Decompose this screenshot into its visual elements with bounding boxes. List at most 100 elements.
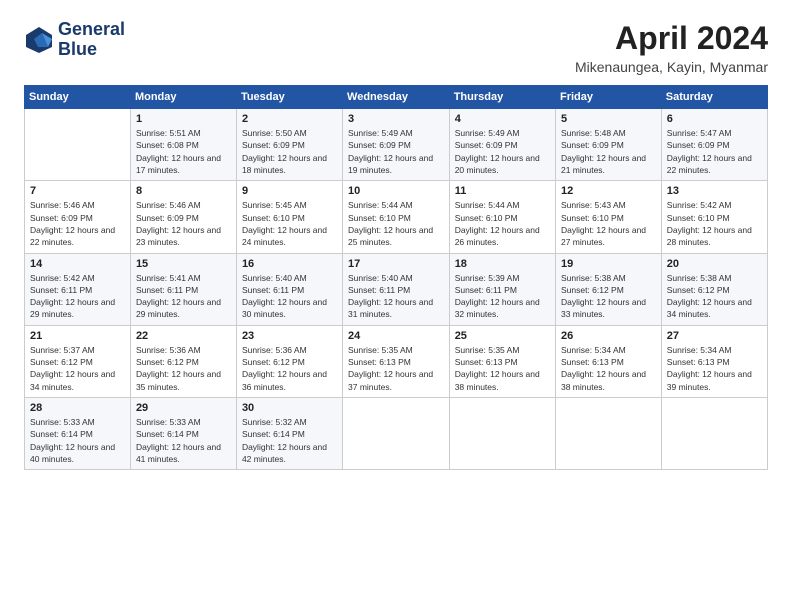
weekday-header-cell: Friday xyxy=(555,86,661,109)
day-info: Sunrise: 5:39 AMSunset: 6:11 PMDaylight:… xyxy=(455,272,550,321)
day-info: Sunrise: 5:36 AMSunset: 6:12 PMDaylight:… xyxy=(136,344,231,393)
day-info: Sunrise: 5:49 AMSunset: 6:09 PMDaylight:… xyxy=(348,127,444,176)
logo: General Blue xyxy=(24,20,125,60)
day-number: 8 xyxy=(136,185,231,197)
calendar-cell: 20 Sunrise: 5:38 AMSunset: 6:12 PMDayligh… xyxy=(661,253,767,325)
calendar-cell: 2Sunrise: 5:50 AMSunset: 6:09 PMDaylight… xyxy=(236,109,342,181)
calendar-cell xyxy=(25,109,131,181)
day-number: 17 xyxy=(348,258,444,270)
calendar-cell: 29 Sunrise: 5:33 AMSunset: 6:14 PMDayligh… xyxy=(130,398,236,470)
location-title: Mikenaungea, Kayin, Myanmar xyxy=(575,59,768,75)
calendar-body: 1 Sunrise: 5:51 AMSunset: 6:08 PMDaylight… xyxy=(25,109,768,470)
day-info: Sunrise: 5:38 AMSunset: 6:12 PMDaylight:… xyxy=(561,272,656,321)
day-number: 22 xyxy=(136,330,231,342)
day-number: 6 xyxy=(667,113,762,125)
day-number: 7 xyxy=(30,185,125,197)
day-info: Sunrise: 5:33 AMSunset: 6:14 PMDaylight:… xyxy=(136,416,231,465)
calendar-cell: 12Sunrise: 5:43 AMSunset: 6:10 PMDayligh… xyxy=(555,181,661,253)
day-number: 18 xyxy=(455,258,550,270)
calendar-week-row: 7Sunrise: 5:46 AMSunset: 6:09 PMDaylight… xyxy=(25,181,768,253)
day-info: Sunrise: 5:36 AMSunset: 6:12 PMDaylight:… xyxy=(242,344,337,393)
day-info: Sunrise: 5:42 AMSunset: 6:11 PMDaylight:… xyxy=(30,272,125,321)
day-number: 15 xyxy=(136,258,231,270)
calendar-cell: 13Sunrise: 5:42 AMSunset: 6:10 PMDayligh… xyxy=(661,181,767,253)
calendar-week-row: 21 Sunrise: 5:37 AMSunset: 6:12 PMDayligh… xyxy=(25,325,768,397)
calendar-cell: 16 Sunrise: 5:40 AMSunset: 6:11 PMDayligh… xyxy=(236,253,342,325)
calendar-cell: 6 Sunrise: 5:47 AMSunset: 6:09 PMDaylight… xyxy=(661,109,767,181)
day-number: 28 xyxy=(30,402,125,414)
day-number: 5 xyxy=(561,113,656,125)
calendar-cell xyxy=(449,398,555,470)
day-info: Sunrise: 5:33 AMSunset: 6:14 PMDaylight:… xyxy=(30,416,125,465)
day-info: Sunrise: 5:32 AMSunset: 6:14 PMDaylight:… xyxy=(242,416,337,465)
calendar-cell: 4Sunrise: 5:49 AMSunset: 6:09 PMDaylight… xyxy=(449,109,555,181)
calendar-cell: 30 Sunrise: 5:32 AMSunset: 6:14 PMDayligh… xyxy=(236,398,342,470)
day-info: Sunrise: 5:41 AMSunset: 6:11 PMDaylight:… xyxy=(136,272,231,321)
day-info: Sunrise: 5:35 AMSunset: 6:13 PMDaylight:… xyxy=(348,344,444,393)
day-info: Sunrise: 5:44 AMSunset: 6:10 PMDaylight:… xyxy=(455,199,550,248)
day-number: 3 xyxy=(348,113,444,125)
day-number: 14 xyxy=(30,258,125,270)
day-info: Sunrise: 5:44 AMSunset: 6:10 PMDaylight:… xyxy=(348,199,444,248)
calendar-cell: 24 Sunrise: 5:35 AMSunset: 6:13 PMDayligh… xyxy=(343,325,450,397)
calendar-cell: 17Sunrise: 5:40 AMSunset: 6:11 PMDayligh… xyxy=(343,253,450,325)
calendar-cell: 18 Sunrise: 5:39 AMSunset: 6:11 PMDayligh… xyxy=(449,253,555,325)
calendar-week-row: 1 Sunrise: 5:51 AMSunset: 6:08 PMDaylight… xyxy=(25,109,768,181)
logo-icon xyxy=(24,25,54,55)
day-info: Sunrise: 5:45 AMSunset: 6:10 PMDaylight:… xyxy=(242,199,337,248)
calendar-cell xyxy=(343,398,450,470)
day-info: Sunrise: 5:37 AMSunset: 6:12 PMDaylight:… xyxy=(30,344,125,393)
calendar-table: SundayMondayTuesdayWednesdayThursdayFrid… xyxy=(24,85,768,470)
weekday-header-cell: Sunday xyxy=(25,86,131,109)
calendar-cell: 11Sunrise: 5:44 AMSunset: 6:10 PMDayligh… xyxy=(449,181,555,253)
day-info: Sunrise: 5:47 AMSunset: 6:09 PMDaylight:… xyxy=(667,127,762,176)
calendar-week-row: 14 Sunrise: 5:42 AMSunset: 6:11 PMDayligh… xyxy=(25,253,768,325)
day-number: 2 xyxy=(242,113,337,125)
day-number: 30 xyxy=(242,402,337,414)
weekday-header-cell: Saturday xyxy=(661,86,767,109)
weekday-header-cell: Monday xyxy=(130,86,236,109)
calendar-cell: 27Sunrise: 5:34 AMSunset: 6:13 PMDayligh… xyxy=(661,325,767,397)
calendar-cell: 10Sunrise: 5:44 AMSunset: 6:10 PMDayligh… xyxy=(343,181,450,253)
weekday-header-cell: Tuesday xyxy=(236,86,342,109)
month-title: April 2024 xyxy=(575,20,768,57)
calendar-cell: 9 Sunrise: 5:45 AMSunset: 6:10 PMDaylight… xyxy=(236,181,342,253)
calendar-cell: 25 Sunrise: 5:35 AMSunset: 6:13 PMDayligh… xyxy=(449,325,555,397)
calendar-cell: 14 Sunrise: 5:42 AMSunset: 6:11 PMDayligh… xyxy=(25,253,131,325)
day-number: 21 xyxy=(30,330,125,342)
day-info: Sunrise: 5:35 AMSunset: 6:13 PMDaylight:… xyxy=(455,344,550,393)
title-area: April 2024 Mikenaungea, Kayin, Myanmar xyxy=(575,20,768,75)
day-info: Sunrise: 5:40 AMSunset: 6:11 PMDaylight:… xyxy=(242,272,337,321)
calendar-cell: 26Sunrise: 5:34 AMSunset: 6:13 PMDayligh… xyxy=(555,325,661,397)
day-info: Sunrise: 5:49 AMSunset: 6:09 PMDaylight:… xyxy=(455,127,550,176)
weekday-header-row: SundayMondayTuesdayWednesdayThursdayFrid… xyxy=(25,86,768,109)
day-info: Sunrise: 5:43 AMSunset: 6:10 PMDaylight:… xyxy=(561,199,656,248)
calendar-cell: 7Sunrise: 5:46 AMSunset: 6:09 PMDaylight… xyxy=(25,181,131,253)
day-info: Sunrise: 5:48 AMSunset: 6:09 PMDaylight:… xyxy=(561,127,656,176)
calendar-cell: 23 Sunrise: 5:36 AMSunset: 6:12 PMDayligh… xyxy=(236,325,342,397)
calendar-cell: 15 Sunrise: 5:41 AMSunset: 6:11 PMDayligh… xyxy=(130,253,236,325)
calendar-cell xyxy=(555,398,661,470)
day-info: Sunrise: 5:34 AMSunset: 6:13 PMDaylight:… xyxy=(667,344,762,393)
weekday-header-cell: Thursday xyxy=(449,86,555,109)
logo-text: General Blue xyxy=(58,20,125,60)
header: General Blue April 2024 Mikenaungea, Kay… xyxy=(24,20,768,75)
day-number: 20 xyxy=(667,258,762,270)
day-number: 24 xyxy=(348,330,444,342)
day-number: 13 xyxy=(667,185,762,197)
day-number: 29 xyxy=(136,402,231,414)
day-number: 25 xyxy=(455,330,550,342)
day-info: Sunrise: 5:38 AMSunset: 6:12 PMDaylight:… xyxy=(667,272,762,321)
weekday-header-cell: Wednesday xyxy=(343,86,450,109)
calendar-cell: 19Sunrise: 5:38 AMSunset: 6:12 PMDayligh… xyxy=(555,253,661,325)
day-number: 9 xyxy=(242,185,337,197)
day-number: 1 xyxy=(136,113,231,125)
calendar-cell xyxy=(661,398,767,470)
calendar-cell: 3 Sunrise: 5:49 AMSunset: 6:09 PMDaylight… xyxy=(343,109,450,181)
day-info: Sunrise: 5:51 AMSunset: 6:08 PMDaylight:… xyxy=(136,127,231,176)
day-number: 16 xyxy=(242,258,337,270)
calendar-cell: 22 Sunrise: 5:36 AMSunset: 6:12 PMDayligh… xyxy=(130,325,236,397)
day-number: 23 xyxy=(242,330,337,342)
calendar-cell: 28 Sunrise: 5:33 AMSunset: 6:14 PMDayligh… xyxy=(25,398,131,470)
calendar-cell: 8Sunrise: 5:46 AMSunset: 6:09 PMDaylight… xyxy=(130,181,236,253)
